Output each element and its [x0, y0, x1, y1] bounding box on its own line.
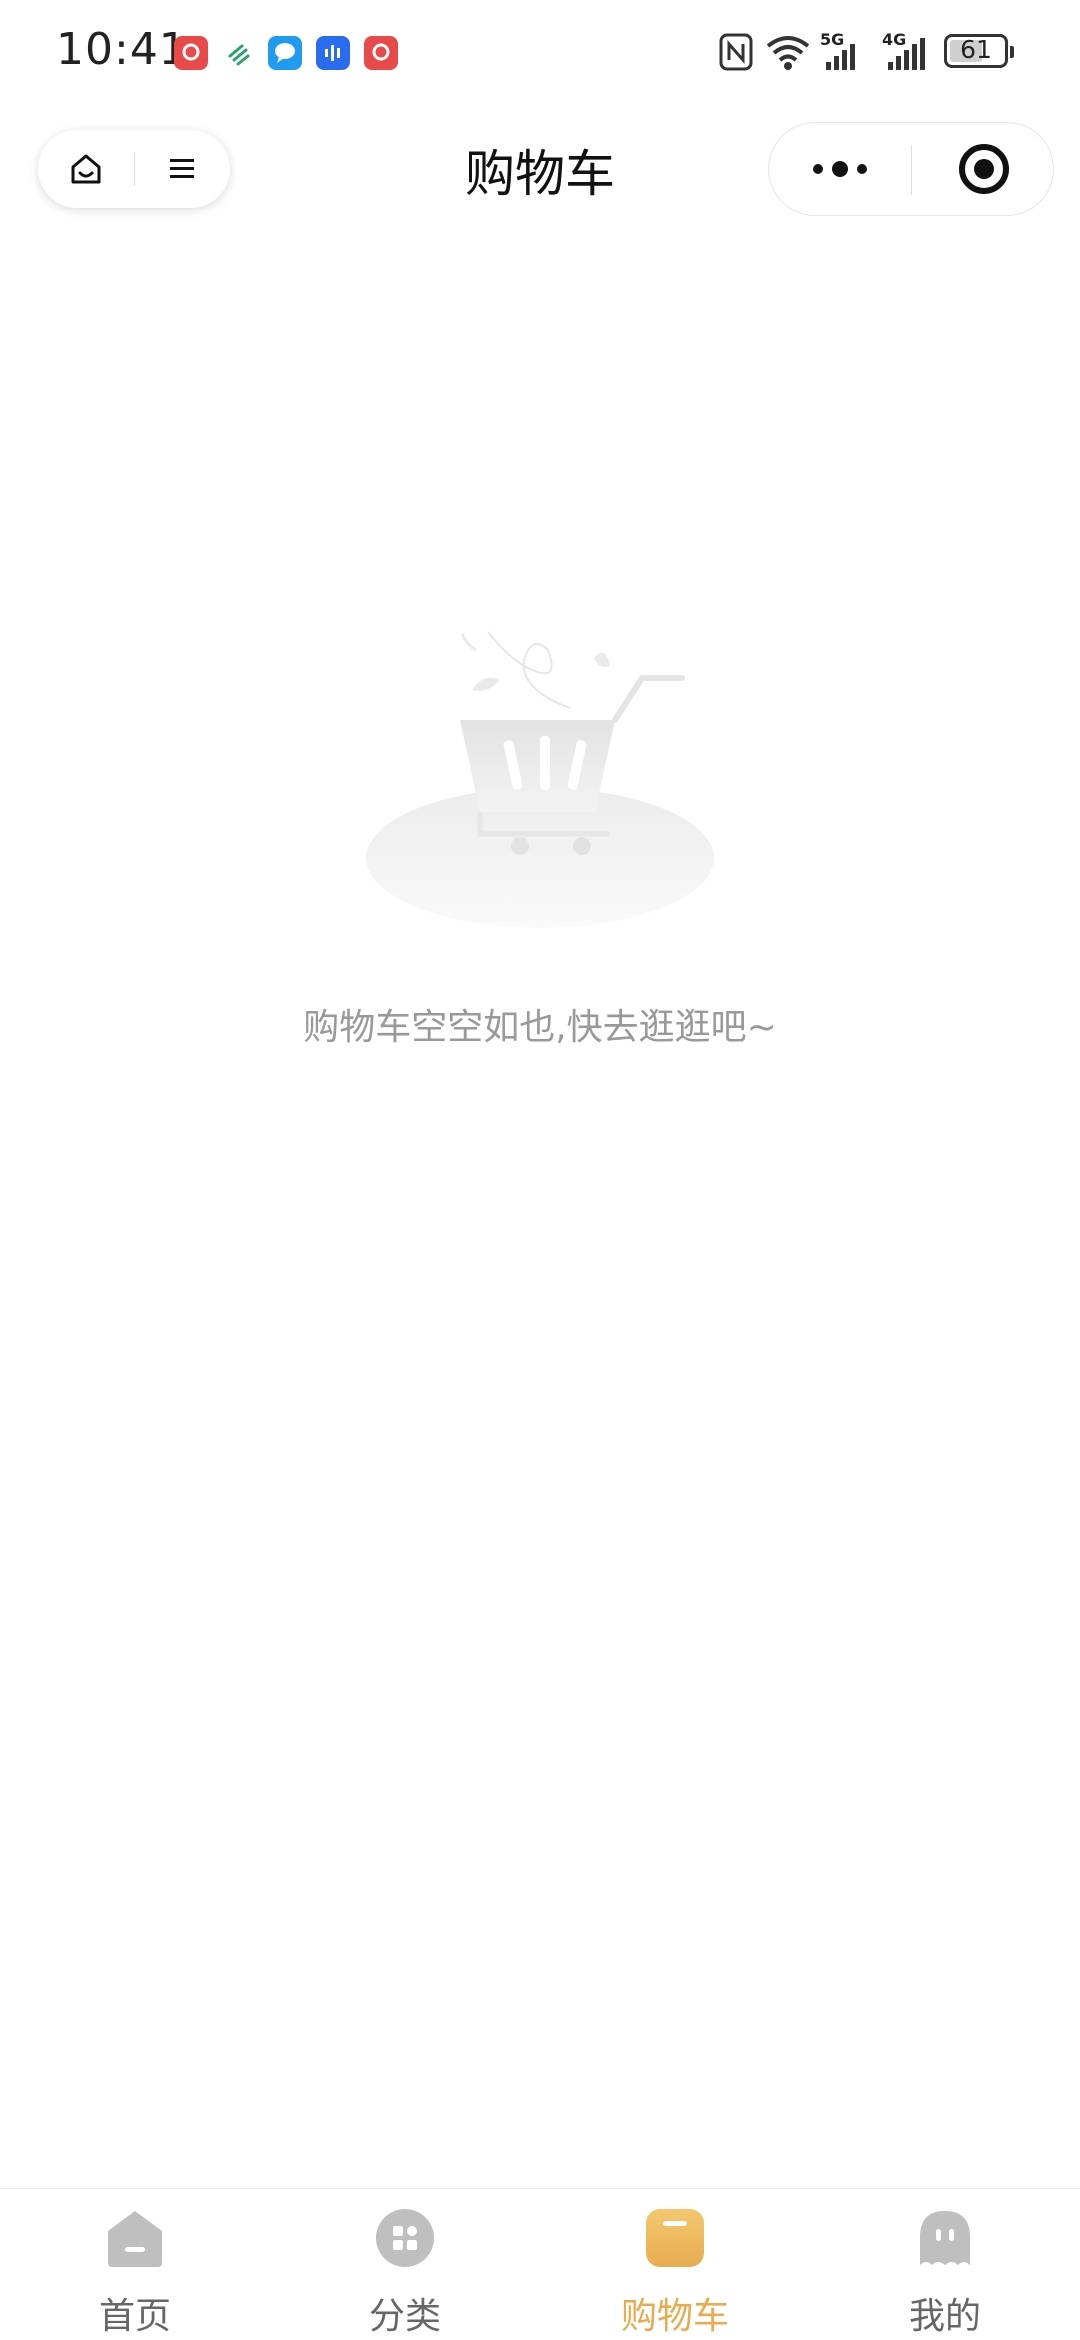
more-icon — [813, 161, 867, 177]
battery-icon: 61 — [944, 34, 1008, 68]
signal-5g-icon — [824, 36, 864, 76]
empty-cart-illustration — [350, 620, 730, 940]
close-button[interactable] — [913, 123, 1055, 215]
tab-cart[interactable]: 购物车 — [540, 2189, 810, 2340]
mobile-network-app-icon — [222, 36, 256, 70]
target-close-icon — [959, 144, 1009, 194]
signal-4g-icon — [886, 36, 934, 76]
screen: 10:41 5G 4G 61 购物车 购物车空空如也,快去逛逛吧~ 首页 分类 … — [0, 0, 1080, 2340]
huawei-app-icon — [174, 36, 208, 70]
tab-category[interactable]: 分类 — [270, 2189, 540, 2340]
tab-label: 首页 — [98, 2296, 171, 2337]
nfc-icon — [718, 32, 754, 76]
status-bar: 10:41 5G 4G 61 — [0, 0, 1080, 110]
tab-label: 分类 — [368, 2296, 441, 2337]
messages-app-icon — [268, 36, 302, 70]
tab-profile[interactable]: 我的 — [810, 2189, 1080, 2340]
capsule-divider — [911, 145, 912, 195]
battery-tip — [1010, 46, 1014, 58]
tab-label: 我的 — [908, 2296, 981, 2337]
profile-tab-icon — [914, 2207, 976, 2269]
voice-app-icon — [316, 36, 350, 70]
huawei-app-icon — [364, 36, 398, 70]
empty-cart-message: 购物车空空如也,快去逛逛吧~ — [303, 1007, 777, 1048]
tab-home[interactable]: 首页 — [0, 2189, 270, 2340]
category-tab-icon — [374, 2207, 436, 2269]
cart-tab-icon — [644, 2207, 706, 2269]
status-time: 10:41 — [56, 24, 188, 75]
battery-level-text: 61 — [960, 35, 992, 64]
bottom-tab-bar: 首页 分类 购物车 我的 — [0, 2188, 1080, 2340]
tab-label: 购物车 — [620, 2296, 729, 2337]
wifi-icon — [764, 32, 812, 76]
more-button[interactable] — [769, 123, 911, 215]
home-tab-icon — [104, 2207, 166, 2269]
mini-program-right-capsule — [768, 122, 1054, 216]
